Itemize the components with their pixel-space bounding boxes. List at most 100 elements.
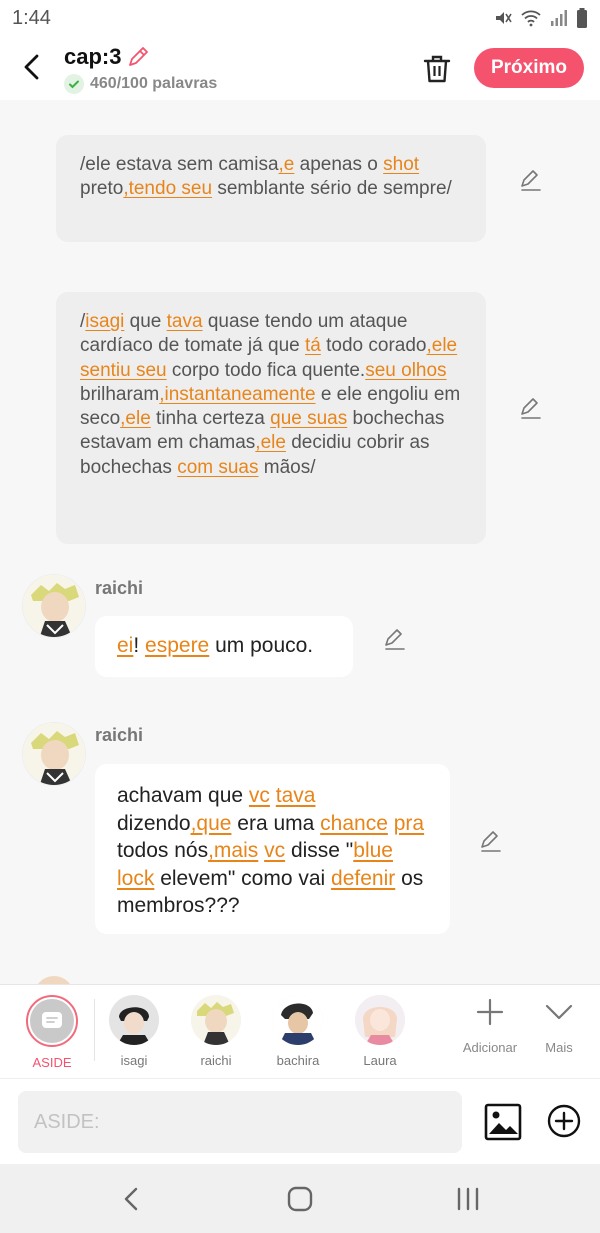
message-text: achavam que vc tava dizendo,que era uma … (117, 782, 428, 920)
pencil-icon (385, 629, 405, 650)
add-character-button[interactable]: Adicionar (460, 997, 520, 1055)
pencil-icon[interactable] (125, 44, 151, 70)
character-name: ASIDE (32, 1055, 72, 1070)
add-label: Adicionar (462, 1040, 518, 1055)
status-bar: 1:44 (0, 0, 600, 36)
edit-narration-button[interactable] (518, 167, 544, 193)
avatar[interactable] (22, 722, 86, 786)
text-segment: todo corado (320, 335, 427, 357)
pencil-icon (521, 398, 541, 419)
text-segment: um pouco. (209, 634, 314, 657)
highlighted-word: tava (166, 311, 203, 332)
character-isagi[interactable]: isagi (99, 995, 169, 1068)
highlighted-word: ,ele (255, 432, 286, 454)
highlighted-word: ,tendo seu (123, 178, 213, 200)
delete-button[interactable] (422, 53, 452, 85)
status-icons (494, 8, 588, 28)
chapter-title-row[interactable]: cap:3 (64, 44, 217, 70)
text-segment: disse " (285, 839, 354, 862)
text-segment: todos nós (117, 839, 209, 862)
pencil-icon (521, 170, 541, 191)
more-button[interactable]: Mais (538, 997, 580, 1055)
system-nav-bar (0, 1164, 600, 1233)
nav-back-button[interactable] (112, 1184, 152, 1214)
aside-selected-ring (26, 995, 78, 1047)
highlighted-word: vc (248, 784, 270, 807)
narration-block[interactable]: /isagi que tava quase tendo um ataque ca… (56, 292, 486, 544)
edit-narration-button[interactable] (518, 395, 544, 421)
text-segment: /ele estava sem camisa (80, 154, 279, 175)
word-count: 460/100 palavras (90, 75, 218, 92)
add-content-button[interactable] (546, 1103, 582, 1139)
highlighted-word: seu olhos (365, 359, 447, 381)
character-name: Laura (363, 1053, 397, 1068)
character-name: isagi (120, 1053, 148, 1068)
laura-avatar-icon (355, 995, 405, 1045)
highlighted-word: defenir (331, 866, 396, 890)
wifi-icon (521, 10, 541, 27)
highlighted-word: vc (264, 839, 286, 862)
avatar (191, 995, 241, 1045)
home-icon (287, 1186, 313, 1212)
text-segment: tinha certeza (150, 408, 271, 430)
more-label: Mais (545, 1040, 573, 1055)
raichi-avatar-icon (191, 995, 241, 1045)
aside-chat-icon (42, 1012, 62, 1028)
check-icon (64, 74, 84, 94)
message-bubble[interactable]: achavam que vc tava dizendo,que era uma … (95, 764, 450, 934)
highlighted-word: ,ele (120, 408, 151, 430)
nav-recents-button[interactable] (448, 1184, 488, 1214)
narration-text: /isagi que tava quase tendo um ataque ca… (80, 310, 462, 480)
message-input[interactable] (18, 1091, 462, 1153)
insert-image-button[interactable] (484, 1103, 522, 1141)
highlighted-word: espere (145, 634, 210, 657)
highlighted-word: ,ele (426, 335, 458, 357)
text-segment: semblante sério de sempre/ (212, 178, 452, 200)
highlighted-word: shot (383, 154, 420, 175)
raichi-avatar-icon (23, 575, 85, 637)
character-laura[interactable]: Laura (345, 995, 415, 1068)
input-bar (0, 1078, 600, 1164)
plus-icon (476, 998, 504, 1026)
chapter-title: cap:3 (64, 44, 122, 69)
text-segment: dizendo (117, 811, 191, 835)
word-count-row: 460/100 palavras (64, 74, 217, 94)
chevron-left-icon (24, 54, 39, 80)
edit-message-button[interactable] (478, 828, 504, 854)
highlighted-word: ,instantaneamente (159, 383, 316, 405)
highlighted-word: blue (353, 839, 393, 862)
character-aside[interactable]: ASIDE (17, 995, 87, 1070)
next-button[interactable]: Próximo (474, 48, 584, 88)
text-segment: apenas o (294, 154, 384, 175)
bachira-avatar-icon (273, 995, 323, 1045)
text-segment: que (124, 311, 167, 332)
character-raichi[interactable]: raichi (181, 995, 251, 1068)
chevron-down-icon (545, 1004, 573, 1020)
character-bachira[interactable]: bachira (263, 995, 333, 1068)
highlighted-word: que suas (270, 408, 348, 430)
highlighted-word: chance (320, 811, 388, 835)
recents-icon (457, 1187, 479, 1211)
text-segment: era uma (231, 811, 321, 835)
character-name: raichi (200, 1053, 232, 1068)
speaker-name: raichi (95, 578, 144, 598)
narration-block[interactable]: /ele estava sem camisa,e apenas o shot p… (56, 135, 486, 242)
edit-message-button[interactable] (382, 626, 408, 652)
avatar (355, 995, 405, 1045)
mute-icon (496, 12, 512, 24)
battery-icon (577, 8, 587, 28)
message-bubble[interactable]: ei! espere um pouco. (95, 616, 353, 677)
message-text: ei! espere um pouco. (117, 633, 331, 659)
story-content[interactable]: /ele estava sem camisa,e apenas o shot p… (0, 100, 600, 984)
back-button[interactable] (18, 50, 48, 84)
avatar[interactable] (22, 574, 86, 638)
text-segment: corpo todo fica quente. (166, 359, 366, 381)
status-time: 1:44 (12, 7, 51, 29)
nav-home-button[interactable] (280, 1184, 320, 1214)
highlighted-word: sentiu seu (80, 359, 167, 381)
highlighted-word: ei (117, 634, 134, 657)
raichi-avatar-icon (23, 723, 85, 785)
text-segment: mãos/ (258, 456, 316, 478)
speaker-name: raichi (95, 725, 144, 745)
chapter-header: cap:3 460/100 palavras Próximo (0, 36, 600, 100)
